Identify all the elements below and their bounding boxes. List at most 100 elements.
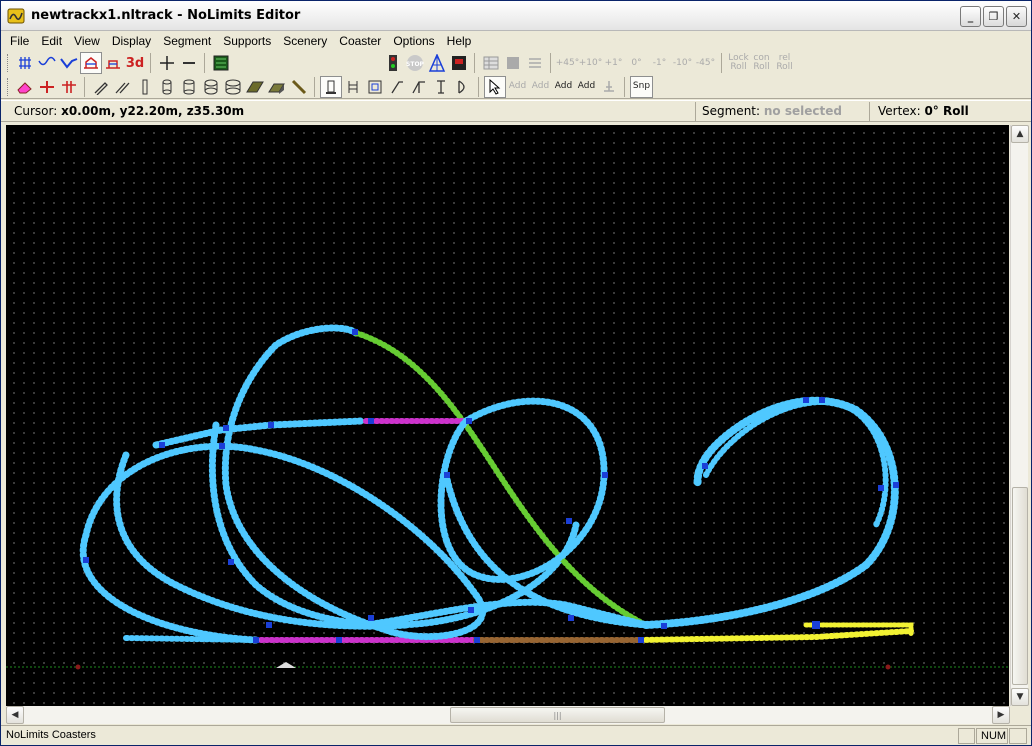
- status-panel-blank: [958, 728, 975, 744]
- menu-coaster[interactable]: Coaster: [333, 32, 387, 50]
- scroll-up-icon[interactable]: ▲: [1011, 125, 1029, 143]
- status-text: NoLimits Coasters: [6, 729, 96, 741]
- cylinder-medium-icon[interactable]: [178, 76, 200, 98]
- close-button[interactable]: ✕: [1006, 6, 1027, 27]
- box-beam-icon[interactable]: [266, 76, 288, 98]
- track-canvas[interactable]: [6, 125, 1009, 706]
- scroll-corner: [1010, 706, 1028, 724]
- traffic-light-icon[interactable]: [382, 52, 404, 74]
- footer-support-icon[interactable]: [320, 75, 342, 98]
- lock-roll-button[interactable]: Lock Roll: [727, 52, 750, 74]
- menu-supports[interactable]: Supports: [217, 32, 277, 50]
- ground-marker: [885, 664, 891, 670]
- scroll-left-icon[interactable]: ◀: [6, 706, 24, 724]
- station-icon[interactable]: [448, 52, 470, 74]
- track-segment-middle-loop[interactable]: [362, 397, 650, 629]
- angled-support-icon[interactable]: [386, 76, 408, 98]
- beam-icon[interactable]: [244, 76, 266, 98]
- block-icon[interactable]: [502, 52, 524, 74]
- equalize-icon[interactable]: [524, 52, 546, 74]
- toolbar-grip[interactable]: [7, 54, 10, 72]
- maximize-button[interactable]: ❐: [983, 6, 1004, 27]
- cylinder-small-icon[interactable]: [156, 76, 178, 98]
- cylinder-wide-icon[interactable]: [222, 76, 244, 98]
- status-panel-blank: [1009, 728, 1027, 744]
- menu-file[interactable]: File: [4, 32, 35, 50]
- front-view-icon[interactable]: [102, 52, 124, 74]
- double-pencil-icon[interactable]: [112, 76, 134, 98]
- add-free-node-button[interactable]: Add: [575, 76, 598, 98]
- toolbar-grip[interactable]: [7, 77, 10, 96]
- track-segment-right-loop[interactable]: [642, 396, 899, 629]
- view-3d-label: 3d: [125, 55, 145, 71]
- angle-plus1-button[interactable]: +1°: [602, 52, 625, 74]
- menu-segment[interactable]: Segment: [157, 32, 217, 50]
- view-3d-button[interactable]: 3d: [124, 52, 146, 74]
- banked-view-icon[interactable]: [58, 52, 80, 74]
- menu-scenery[interactable]: Scenery: [277, 32, 333, 50]
- double-support-icon[interactable]: [342, 76, 364, 98]
- pencil-icon[interactable]: [90, 76, 112, 98]
- terrain-icon[interactable]: [210, 52, 232, 74]
- anchor-icon[interactable]: [598, 76, 620, 98]
- scroll-down-icon[interactable]: ▼: [1011, 688, 1029, 706]
- curve-view-icon[interactable]: [36, 52, 58, 74]
- status-bar: NoLimits Coasters NUM: [1, 725, 1031, 745]
- join-segment-icon[interactable]: [58, 76, 80, 98]
- vertical-scroll-thumb[interactable]: [1012, 487, 1028, 685]
- menu-display[interactable]: Display: [106, 32, 157, 50]
- editor-window: newtrackx1.nltrack - NoLimits Editor _ ❐…: [0, 0, 1032, 746]
- edit-toolbar: Add Add Add Add Snp: [1, 75, 1031, 99]
- camera-marker: [276, 662, 296, 668]
- pylon-icon[interactable]: [430, 76, 452, 98]
- cursor-value: x0.00m, y22.20m, z35.30m: [61, 104, 245, 118]
- menu-help[interactable]: Help: [441, 32, 478, 50]
- frame-support-icon[interactable]: [364, 76, 386, 98]
- grid-icon[interactable]: [14, 52, 36, 74]
- horizontal-scrollbar[interactable]: ◀ ||| ▶: [6, 706, 1010, 724]
- vertical-scrollbar[interactable]: ▲ ▼: [1010, 125, 1029, 706]
- main-toolbar: 3d STOP +45° +10° +1° 0° -1° -10° -45° L…: [1, 51, 1031, 75]
- scroll-right-icon[interactable]: ▶: [992, 706, 1010, 724]
- angle-plus45-button[interactable]: +45°: [556, 52, 580, 74]
- split-segment-icon[interactable]: [36, 76, 58, 98]
- add-segment-button[interactable]: Add: [529, 76, 552, 98]
- end-support-icon[interactable]: [452, 76, 474, 98]
- angle-minus10-button[interactable]: -10°: [671, 52, 694, 74]
- angle-plus10-button[interactable]: +10°: [579, 52, 603, 74]
- minus-icon[interactable]: [178, 52, 200, 74]
- cursor-readout: Cursor: x0.00m, y22.20m, z35.30m: [14, 104, 244, 118]
- stop-icon[interactable]: STOP: [404, 52, 426, 74]
- side-view-icon[interactable]: [80, 52, 102, 74]
- pointer-icon[interactable]: [484, 75, 506, 98]
- add-tree-button[interactable]: Add: [552, 76, 575, 98]
- segment-value: no selected: [763, 104, 842, 118]
- track-viewport[interactable]: [6, 125, 1009, 706]
- info-bar: Cursor: x0.00m, y22.20m, z35.30m Segment…: [1, 100, 1031, 122]
- menu-view[interactable]: View: [68, 32, 106, 50]
- rel-roll-button[interactable]: rel Roll: [773, 52, 796, 74]
- angle-minus1-button[interactable]: -1°: [648, 52, 671, 74]
- horizontal-scroll-thumb[interactable]: |||: [450, 707, 665, 723]
- tower-icon[interactable]: [426, 52, 448, 74]
- diagonal-beam-icon[interactable]: [288, 76, 310, 98]
- minimize-button[interactable]: _: [960, 6, 981, 27]
- con-roll-button[interactable]: con Roll: [750, 52, 773, 74]
- angle-zero-button[interactable]: 0°: [625, 52, 648, 74]
- angle-minus45-button[interactable]: -45°: [694, 52, 717, 74]
- catwalk-support-icon[interactable]: [408, 76, 430, 98]
- move-icon[interactable]: [156, 52, 178, 74]
- menu-options[interactable]: Options: [387, 32, 440, 50]
- window-title: newtrackx1.nltrack - NoLimits Editor: [31, 8, 301, 23]
- add-node-button[interactable]: Add: [506, 76, 529, 98]
- table-icon[interactable]: [480, 52, 502, 74]
- svg-text:STOP: STOP: [406, 61, 424, 68]
- support-pole-icon[interactable]: [134, 76, 156, 98]
- ground-marker: [75, 664, 81, 670]
- menu-edit[interactable]: Edit: [35, 32, 68, 50]
- cursor-label: Cursor:: [14, 104, 62, 118]
- title-bar[interactable]: newtrackx1.nltrack - NoLimits Editor _ ❐…: [1, 1, 1031, 31]
- snap-button[interactable]: Snp: [630, 75, 653, 98]
- eraser-icon[interactable]: [14, 76, 36, 98]
- cylinder-large-icon[interactable]: [200, 76, 222, 98]
